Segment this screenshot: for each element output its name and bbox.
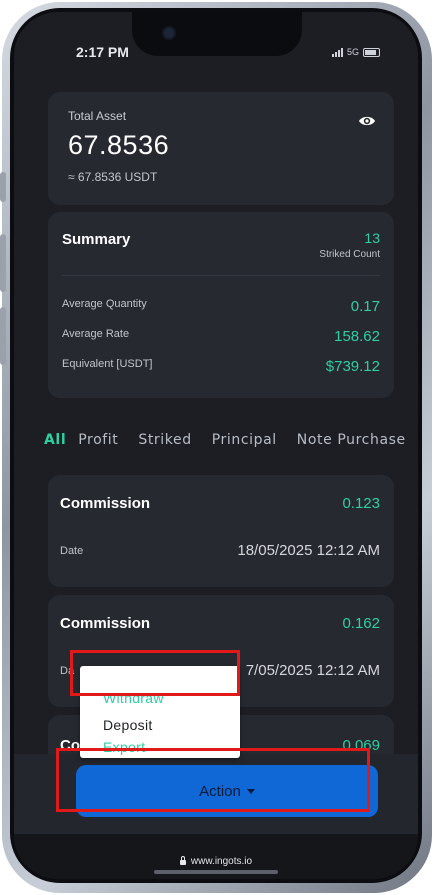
battery-icon [363,47,380,57]
average-rate-label: Average Rate [62,328,130,340]
average-quantity-label: Average Quantity [62,298,147,310]
transaction-date: 7/05/2025 12:12 AM [245,662,380,679]
url-text: www.ingots.io [190,856,253,867]
striked-count-value: 13 [364,230,380,246]
total-asset-label: Total Asset [68,109,127,123]
volume-down-button [0,307,6,365]
url-bar: www.ingots.io [14,856,418,867]
striked-count-label: Striked Count [319,249,380,260]
total-asset-value: 67.8536 [68,130,170,160]
summary-divider [62,275,380,276]
volume-up-button [0,234,6,292]
status-time: 2:17 PM [76,44,129,60]
silent-switch [0,172,6,202]
tab-principal[interactable]: Principal [212,432,277,448]
total-asset-card: Total Asset 67.8536 ≈ 67.8536 USDT [48,92,394,205]
status-icons: 5G [331,47,380,57]
eye-icon[interactable] [358,114,376,128]
filter-tabs: All Profit Striked Principal Note Purcha… [44,432,406,448]
withdraw-highlight-box [70,650,240,696]
transaction-date: 18/05/2025 12:12 AM [237,542,380,559]
transaction-date-label: Date [60,545,84,557]
transaction-amount: 0.162 [342,615,380,632]
notch [132,12,302,56]
lock-icon [179,856,186,865]
average-rate-value: 158.62 [334,328,380,345]
action-highlight-box [56,748,370,812]
status-bar: 2:17 PM 5G [14,12,418,78]
front-camera [164,28,174,38]
transaction-title: Commission [60,495,151,512]
equivalent-usdt-label: Equivalent [USDT] [62,358,153,370]
signal-icon [331,47,343,57]
tab-profit[interactable]: Profit [78,432,118,448]
transaction-amount: 0.123 [342,495,380,512]
tab-striked[interactable]: Striked [138,432,191,448]
average-quantity-value: 0.17 [350,298,380,315]
network-type: 5G [346,47,359,57]
transaction-title: Commission [60,615,151,632]
total-asset-usdt: ≈ 67.8536 USDT [68,170,158,184]
home-indicator[interactable] [154,870,278,874]
summary-card: Summary 13 Striked Count Average Quantit… [48,212,394,398]
tab-note-purchase[interactable]: Note Purchase [297,432,406,448]
equivalent-usdt-value: $739.12 [325,358,380,375]
tab-all[interactable]: All [44,432,66,448]
menu-item-deposit[interactable]: Deposit [103,717,153,733]
summary-title: Summary [62,231,131,248]
transaction-card[interactable]: Commission 0.123 Date 18/05/2025 12:12 A… [48,475,394,587]
